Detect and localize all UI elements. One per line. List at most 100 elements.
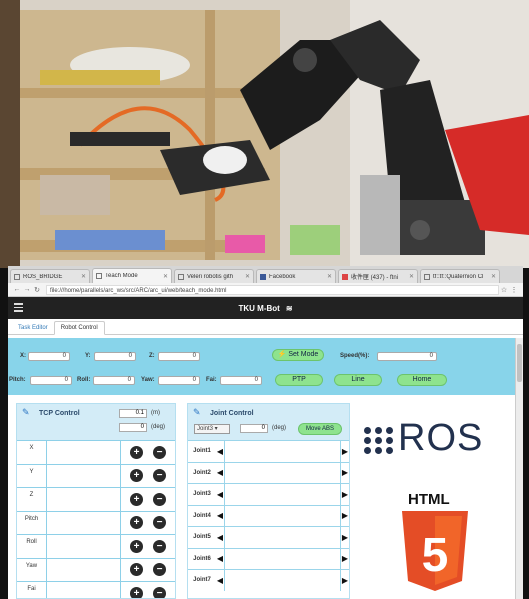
browser-tab-robotis[interactable]: Veleri robotis gith ✕: [174, 269, 254, 283]
set-mode-button[interactable]: ⚡ Set Mode: [272, 349, 324, 361]
hamburger-menu-icon[interactable]: [14, 303, 23, 314]
x-label: X:: [20, 353, 26, 359]
left-arrow-button[interactable]: ◀: [216, 554, 224, 563]
plus-button[interactable]: +: [130, 563, 143, 577]
joint-control-panel: ✎ Joint Control Joint3 ▾ 0 (deg) Move AB…: [187, 403, 350, 599]
move-abs-button[interactable]: Move ABS: [298, 423, 342, 435]
tab-task-editor[interactable]: Task Editor: [12, 322, 54, 334]
tcp-step-deg-input[interactable]: 0: [119, 423, 147, 432]
minus-button[interactable]: −: [153, 445, 166, 459]
right-arrow-button[interactable]: ▶: [341, 554, 349, 563]
tcp-row: Fai + −: [17, 581, 175, 598]
position-panel: X: 0 Y: 0 Z: 0 ⚡ Set Mode Speed(%): 0 Pi…: [8, 338, 515, 395]
back-icon[interactable]: ←: [12, 286, 22, 293]
roll-input[interactable]: 0: [93, 376, 135, 385]
minus-button[interactable]: −: [153, 563, 166, 577]
tcp-row-value: [47, 558, 121, 581]
ptp-button[interactable]: PTP: [275, 374, 323, 386]
z-input[interactable]: 0: [158, 352, 200, 361]
home-button[interactable]: Home: [397, 374, 447, 386]
browser-tab-facebook[interactable]: Facebook ✕: [256, 269, 336, 283]
joint-slider-track[interactable]: [224, 527, 341, 548]
minus-button[interactable]: −: [153, 492, 166, 506]
pitch-label: Pitch:: [9, 377, 26, 383]
joint-select[interactable]: Joint3 ▾: [194, 424, 230, 434]
scrollbar-thumb[interactable]: [517, 344, 522, 382]
minus-button[interactable]: −: [153, 586, 166, 598]
page-icon: [178, 273, 184, 280]
fai-input[interactable]: 0: [220, 376, 262, 385]
left-arrow-button[interactable]: ◀: [216, 533, 224, 542]
address-bar: ← → ↻ file:///home/parallels/arc_ws/src/…: [8, 283, 523, 297]
close-icon[interactable]: ✕: [81, 273, 86, 280]
tcp-step-m-input[interactable]: 0.1: [119, 409, 147, 418]
y-input[interactable]: 0: [94, 352, 136, 361]
tcp-control-header: ✎ TCP Control 0.1 (m) 0 (deg): [17, 404, 175, 440]
right-arrow-button[interactable]: ▶: [341, 576, 349, 585]
pitch-input[interactable]: 0: [30, 376, 72, 385]
minus-button[interactable]: −: [153, 469, 166, 483]
yaw-input[interactable]: 0: [158, 376, 200, 385]
right-arrow-button[interactable]: ▶: [341, 533, 349, 542]
browser-tab-label: Teach Mode: [105, 273, 138, 279]
tcp-row-label: Pitch: [17, 511, 47, 534]
plus-button[interactable]: +: [130, 492, 143, 506]
tcp-row-buttons: + −: [121, 512, 175, 535]
x-input[interactable]: 0: [28, 352, 70, 361]
plus-button[interactable]: +: [130, 516, 143, 530]
menu-icon[interactable]: ⋮: [509, 286, 519, 294]
edit-icon: ✎: [193, 407, 201, 417]
joint-slider-track[interactable]: [224, 484, 341, 505]
close-icon[interactable]: ✕: [327, 273, 332, 280]
right-arrow-button[interactable]: ▶: [341, 447, 349, 456]
close-icon[interactable]: ✕: [491, 273, 496, 280]
plus-button[interactable]: +: [130, 469, 143, 483]
right-arrow-button[interactable]: ▶: [341, 511, 349, 520]
browser-tab-gmail[interactable]: 收件匣 (437) - ftni ✕: [338, 269, 418, 283]
browser-window: ROS_BRIDGE ✕ Teach Mode ✕ Veleri robotis…: [8, 266, 523, 599]
tcp-row-buttons: + −: [121, 582, 175, 598]
browser-tab-quaternion[interactable]: tf::tf::Quaternion Cl ✕: [420, 269, 500, 283]
minus-button[interactable]: −: [153, 516, 166, 530]
left-arrow-button[interactable]: ◀: [216, 468, 224, 477]
plus-button[interactable]: +: [130, 586, 143, 598]
joint-row-label: Joint1: [193, 448, 211, 455]
url-input[interactable]: file:///home/parallels/arc_ws/src/ARC/ar…: [46, 284, 499, 295]
speed-input[interactable]: 0: [377, 352, 437, 361]
reload-icon[interactable]: ↻: [32, 286, 42, 294]
browser-tab-label: Veleri robotis gith: [187, 273, 234, 280]
left-arrow-button[interactable]: ◀: [216, 447, 224, 456]
browser-tab-teach-mode[interactable]: Teach Mode ✕: [92, 268, 172, 283]
close-icon[interactable]: ✕: [245, 273, 250, 280]
tcp-row-buttons: + −: [121, 441, 175, 464]
joint-deg-input[interactable]: 0: [240, 424, 268, 433]
joint-slider-track[interactable]: [224, 441, 341, 462]
plus-button[interactable]: +: [130, 539, 143, 553]
close-icon[interactable]: ✕: [409, 273, 414, 280]
tcp-row: Roll + −: [17, 534, 175, 558]
plus-button[interactable]: +: [130, 445, 143, 459]
joint-slider-track[interactable]: [224, 505, 341, 526]
left-arrow-button[interactable]: ◀: [216, 490, 224, 499]
tab-robot-control[interactable]: Robot Control: [53, 321, 105, 335]
right-arrow-button[interactable]: ▶: [341, 468, 349, 477]
joint-slider-track[interactable]: [224, 570, 341, 591]
joint-rows: Joint1 ◀ ▶ Joint2 ◀ ▶ Joint3 ◀ ▶ Joint4 ◀ ▶ Joint5 ◀ ▶…: [188, 440, 349, 591]
forward-icon[interactable]: →: [22, 286, 32, 293]
joint-row: Joint4 ◀ ▶: [188, 504, 349, 526]
left-arrow-button[interactable]: ◀: [216, 511, 224, 520]
joint-slider-track[interactable]: [224, 548, 341, 569]
minus-button[interactable]: −: [153, 539, 166, 553]
joint-slider-track[interactable]: [224, 462, 341, 483]
right-arrow-button[interactable]: ▶: [341, 490, 349, 499]
star-icon[interactable]: ☆: [499, 286, 509, 294]
left-arrow-button[interactable]: ◀: [216, 576, 224, 585]
line-button[interactable]: Line: [334, 374, 382, 386]
browser-tab-ros-bridge[interactable]: ROS_BRIDGE ✕: [10, 269, 90, 283]
tcp-row-label: Fai: [17, 582, 47, 598]
app-navbar: TKU M-Bot ≋: [8, 297, 523, 319]
tcp-step-deg-unit: (deg): [151, 424, 166, 430]
ros-dots-icon: [364, 427, 394, 454]
close-icon[interactable]: ✕: [163, 273, 168, 280]
scrollbar[interactable]: [515, 338, 523, 599]
